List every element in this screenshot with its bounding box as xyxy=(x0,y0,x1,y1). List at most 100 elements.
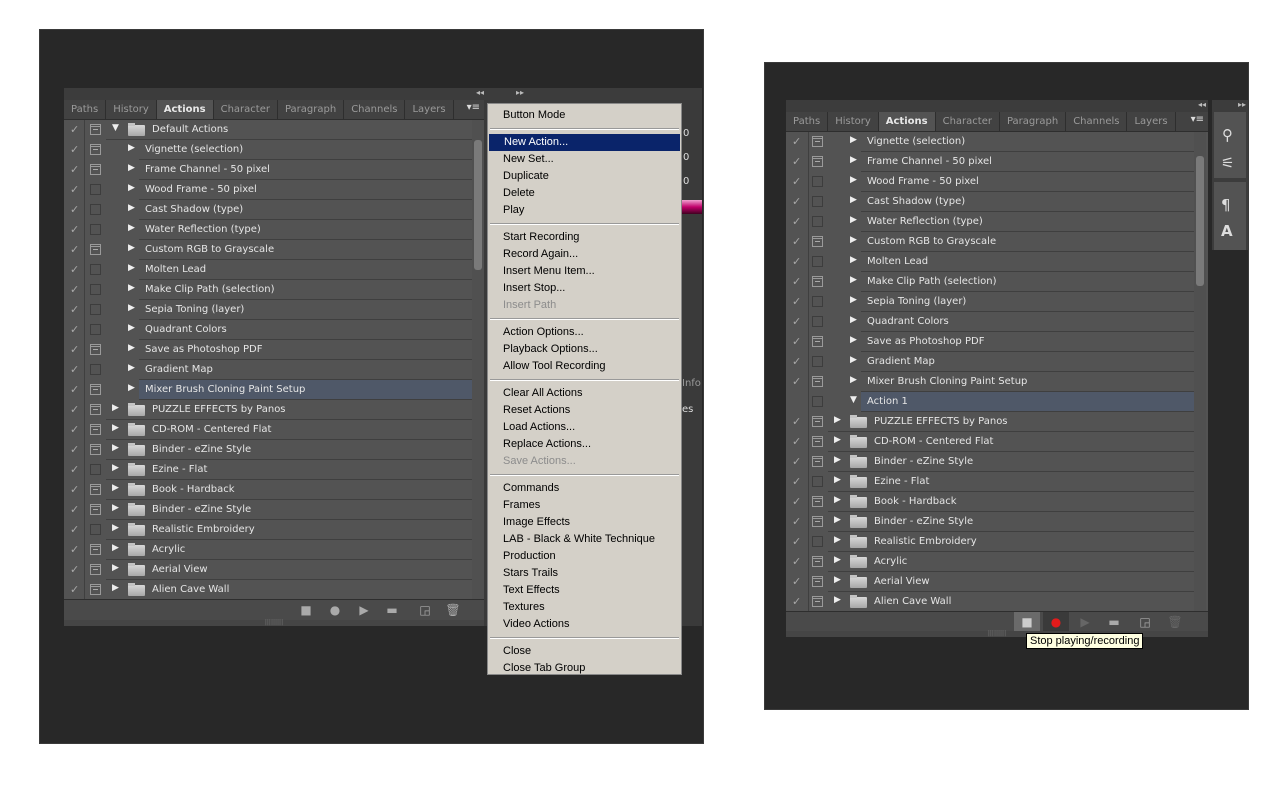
dialog-toggle-icon[interactable] xyxy=(90,484,101,495)
tab-paragraph[interactable]: Paragraph xyxy=(1000,112,1067,131)
action-row[interactable]: ✓ ▶ Cast Shadow (type) xyxy=(64,200,472,220)
menu-item-play[interactable]: Play xyxy=(488,202,681,219)
menu-item-frames[interactable]: Frames xyxy=(488,497,681,514)
tab-paragraph[interactable]: Paragraph xyxy=(278,100,345,119)
dialog-toggle-icon[interactable] xyxy=(90,304,101,315)
stop-button[interactable]: ■ xyxy=(1014,612,1040,632)
checkmark-icon[interactable]: ✓ xyxy=(792,195,801,208)
stop-button[interactable]: ■ xyxy=(293,600,319,620)
action-set-row[interactable]: ✓ ▶ Alien Cave Wall xyxy=(64,580,472,600)
triangle-right-icon[interactable]: ▶ xyxy=(128,243,135,253)
checkmark-icon[interactable]: ✓ xyxy=(792,375,801,388)
dialog-toggle-icon[interactable] xyxy=(812,396,823,407)
menu-item-lab-black-white-technique[interactable]: LAB - Black & White Technique xyxy=(488,531,681,548)
checkmark-icon[interactable]: ✓ xyxy=(792,575,801,588)
checkmark-icon[interactable]: ✓ xyxy=(792,175,801,188)
menu-item-load-actions[interactable]: Load Actions... xyxy=(488,419,681,436)
dialog-toggle-icon[interactable] xyxy=(90,224,101,235)
action-set-row[interactable]: ✓ ▶ PUZZLE EFFECTS by Panos xyxy=(786,412,1194,432)
checkmark-icon[interactable]: ✓ xyxy=(792,235,801,248)
value-field[interactable]: 0 xyxy=(683,176,689,187)
checkmark-icon[interactable]: ✓ xyxy=(792,255,801,268)
action-set-row[interactable]: ✓ ▶ CD-ROM - Centered Flat xyxy=(786,432,1194,452)
collapse-icon[interactable]: ◂◂ xyxy=(476,88,484,97)
checkmark-icon[interactable]: ✓ xyxy=(70,463,79,476)
action-row[interactable]: ✓ ▶ Quadrant Colors xyxy=(786,312,1194,332)
tab-layers[interactable]: Layers xyxy=(1127,112,1176,131)
dialog-toggle-icon[interactable] xyxy=(90,544,101,555)
tab-layers[interactable]: Layers xyxy=(405,100,454,119)
triangle-right-icon[interactable]: ▶ xyxy=(112,503,119,513)
dialog-toggle-icon[interactable] xyxy=(90,204,101,215)
dialog-toggle-icon[interactable] xyxy=(812,576,823,587)
tab-channels[interactable]: Channels xyxy=(1066,112,1128,131)
menu-item-duplicate[interactable]: Duplicate xyxy=(488,168,681,185)
checkmark-icon[interactable]: ✓ xyxy=(70,163,79,176)
action-row[interactable]: ✓ ▶ Frame Channel - 50 pixel xyxy=(64,160,472,180)
checkmark-icon[interactable]: ✓ xyxy=(70,183,79,196)
checkmark-icon[interactable]: ✓ xyxy=(792,335,801,348)
dialog-toggle-icon[interactable] xyxy=(812,376,823,387)
triangle-right-icon[interactable]: ▶ xyxy=(128,303,135,313)
triangle-down-icon[interactable]: ▼ xyxy=(850,395,857,405)
triangle-right-icon[interactable]: ▶ xyxy=(834,455,841,465)
tool-presets-icon[interactable]: ⚟ xyxy=(1221,154,1234,172)
checkmark-icon[interactable]: ✓ xyxy=(792,315,801,328)
action-set-row[interactable]: ✓ ▶ Acrylic xyxy=(64,540,472,560)
expand-icon[interactable]: ▸▸ xyxy=(516,88,524,97)
checkmark-icon[interactable]: ✓ xyxy=(70,123,79,136)
dialog-toggle-icon[interactable] xyxy=(90,504,101,515)
action-row[interactable]: ✓ ▶ Cast Shadow (type) xyxy=(786,192,1194,212)
checkmark-icon[interactable]: ✓ xyxy=(70,323,79,336)
dialog-toggle-icon[interactable] xyxy=(812,296,823,307)
dialog-toggle-icon[interactable] xyxy=(812,336,823,347)
color-ramp[interactable] xyxy=(682,200,702,214)
checkmark-icon[interactable]: ✓ xyxy=(792,435,801,448)
action-set-row[interactable]: ✓ ▼ Default Actions xyxy=(64,120,472,140)
dialog-toggle-icon[interactable] xyxy=(90,404,101,415)
character-styles-icon[interactable]: A xyxy=(1221,222,1233,240)
tab-character[interactable]: Character xyxy=(936,112,1000,131)
action-set-row[interactable]: ✓ ▶ Binder - eZine Style xyxy=(64,440,472,460)
triangle-right-icon[interactable]: ▶ xyxy=(128,383,135,393)
value-field[interactable]: 0 xyxy=(683,152,689,163)
panel-menu-icon[interactable]: ▾≡ xyxy=(467,102,480,113)
expand-icon[interactable]: ▸▸ xyxy=(1238,100,1246,109)
delete-button[interactable]: 🗑 xyxy=(440,600,466,620)
action-set-row[interactable]: ✓ ▶ Aerial View xyxy=(786,572,1194,592)
checkmark-icon[interactable]: ✓ xyxy=(792,475,801,488)
dialog-toggle-icon[interactable] xyxy=(90,284,101,295)
triangle-right-icon[interactable]: ▶ xyxy=(834,575,841,585)
action-row[interactable]: ✓ ▶ Make Clip Path (selection) xyxy=(786,272,1194,292)
checkmark-icon[interactable]: ✓ xyxy=(792,555,801,568)
triangle-right-icon[interactable]: ▶ xyxy=(112,563,119,573)
action-set-row[interactable]: ✓ ▶ PUZZLE EFFECTS by Panos xyxy=(64,400,472,420)
checkmark-icon[interactable]: ✓ xyxy=(792,275,801,288)
action-row[interactable]: ✓ ▶ Molten Lead xyxy=(786,252,1194,272)
dialog-toggle-icon[interactable] xyxy=(90,344,101,355)
action-row[interactable]: ✓ ▶ Mixer Brush Cloning Paint Setup xyxy=(786,372,1194,392)
action-set-row[interactable]: ✓ ▶ Binder - eZine Style xyxy=(786,512,1194,532)
resize-grip[interactable]: ||||||||| xyxy=(786,631,1208,637)
triangle-right-icon[interactable]: ▶ xyxy=(128,163,135,173)
action-row[interactable]: ✓ ▶ Wood Frame - 50 pixel xyxy=(64,180,472,200)
dialog-toggle-icon[interactable] xyxy=(812,276,823,287)
menu-item-button-mode[interactable]: Button Mode xyxy=(488,107,681,124)
menu-item-start-recording[interactable]: Start Recording xyxy=(488,229,681,246)
checkmark-icon[interactable]: ✓ xyxy=(70,543,79,556)
dialog-toggle-icon[interactable] xyxy=(812,136,823,147)
dialog-toggle-icon[interactable] xyxy=(90,164,101,175)
dialog-toggle-icon[interactable] xyxy=(812,476,823,487)
panel-menu-icon[interactable]: ▾≡ xyxy=(1191,114,1204,125)
action-row[interactable]: ✓ ▶ Molten Lead xyxy=(64,260,472,280)
action-row[interactable]: ✓ ▶ Frame Channel - 50 pixel xyxy=(786,152,1194,172)
dialog-toggle-icon[interactable] xyxy=(812,316,823,327)
menu-item-video-actions[interactable]: Video Actions xyxy=(488,616,681,633)
triangle-right-icon[interactable]: ▶ xyxy=(112,583,119,593)
scrollbar[interactable] xyxy=(472,120,484,600)
triangle-right-icon[interactable]: ▶ xyxy=(128,323,135,333)
tab-history[interactable]: History xyxy=(106,100,157,119)
checkmark-icon[interactable]: ✓ xyxy=(792,415,801,428)
new-action-button[interactable]: ◲ xyxy=(1132,612,1158,632)
action-set-row[interactable]: ✓ ▶ Book - Hardback xyxy=(786,492,1194,512)
